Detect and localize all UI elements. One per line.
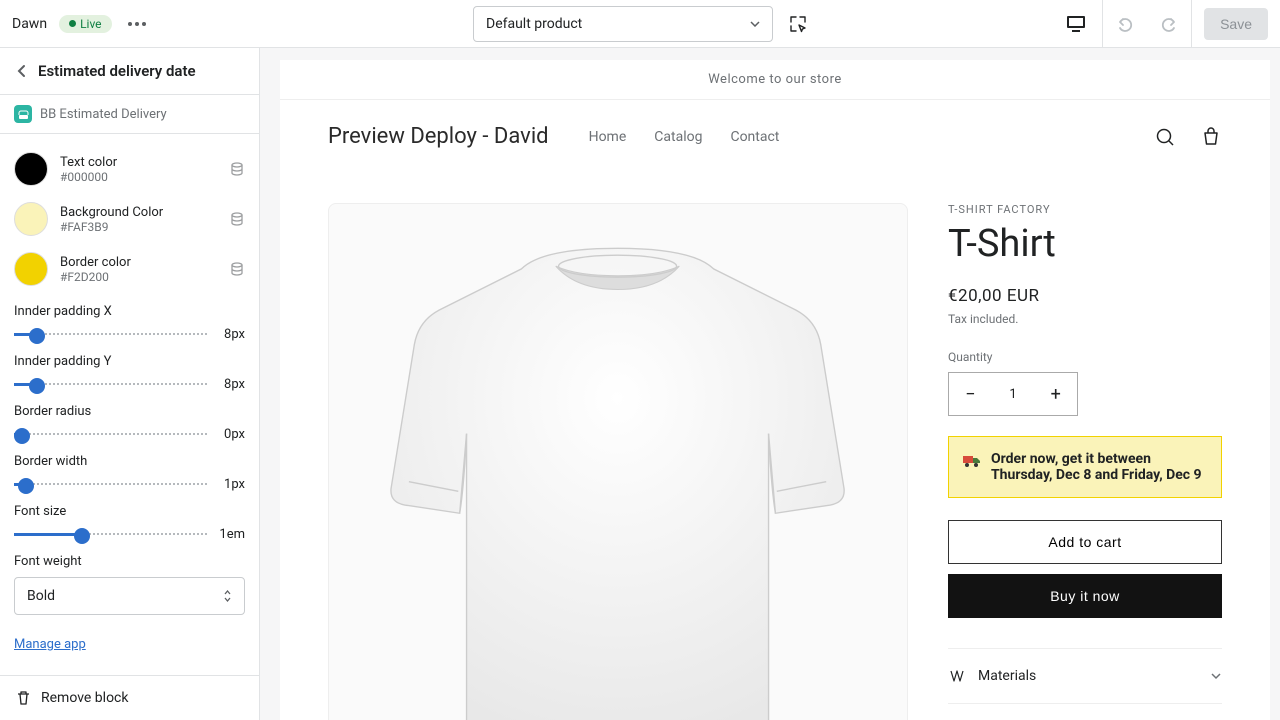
color-setting-row[interactable]: Text color #000000 [14,144,245,194]
nav-link[interactable]: Contact [730,129,779,145]
cart-icon[interactable] [1200,126,1222,148]
product-selector[interactable]: Default product [473,6,773,42]
product-vendor: T-SHIRT FACTORY [948,203,1222,216]
color-swatch[interactable] [14,152,48,186]
materials-icon [948,667,966,685]
buy-now-button[interactable]: Buy it now [948,574,1222,618]
nav-link[interactable]: Home [589,129,627,145]
theme-name: Dawn [12,16,47,32]
quantity-increase[interactable]: + [1034,373,1077,415]
tax-note: Tax included. [948,312,1222,326]
font-weight-select[interactable]: Bold [14,577,245,615]
live-dot-icon [69,20,76,27]
accordion-item[interactable]: Shipping & Returns [948,704,1222,720]
color-label: Border color [60,255,217,270]
add-to-cart-button[interactable]: Add to cart [948,520,1222,564]
accordion-item[interactable]: Materials [948,649,1222,704]
slider-label: Innder padding Y [14,354,245,369]
color-hex: #F2D200 [60,270,217,284]
slider[interactable] [14,433,207,436]
announcement-bar: Welcome to our store [280,60,1270,100]
slider-thumb[interactable] [14,428,30,444]
color-swatch[interactable] [14,202,48,236]
color-swatch[interactable] [14,252,48,286]
product-selector-label: Default product [486,16,582,32]
slider-value: 0px [217,427,245,442]
product-image[interactable] [328,203,908,720]
back-button[interactable] [16,64,26,78]
color-label: Background Color [60,205,217,220]
color-label: Text color [60,155,217,170]
slider-thumb[interactable] [74,528,90,544]
slider-label: Border radius [14,404,245,419]
desktop-icon[interactable] [1058,6,1094,42]
undo-button[interactable] [1103,0,1147,48]
quantity-stepper: − 1 + [948,372,1078,416]
dynamic-source-icon[interactable] [229,211,245,227]
truck-icon [963,454,981,468]
quantity-value: 1 [992,373,1035,415]
remove-block-button[interactable]: Remove block [0,675,259,720]
font-weight-label: Font weight [14,554,245,569]
sidebar-title: Estimated delivery date [38,62,196,80]
product-title: T-Shirt [948,222,1222,266]
search-icon[interactable] [1154,126,1176,148]
undo-icon [1115,14,1135,34]
remove-block-label: Remove block [41,690,128,706]
slider-label: Border width [14,454,245,469]
app-name: BB Estimated Delivery [40,107,167,122]
slider-thumb[interactable] [18,478,34,494]
dynamic-source-icon[interactable] [229,261,245,277]
redo-icon [1159,14,1179,34]
slider[interactable] [14,383,207,386]
slider-value: 1em [217,527,245,542]
color-hex: #FAF3B9 [60,220,217,234]
nav-link[interactable]: Catalog [654,129,702,145]
color-setting-row[interactable]: Background Color #FAF3B9 [14,194,245,244]
manage-app-link[interactable]: Manage app [14,625,245,670]
slider-thumb[interactable] [29,378,45,394]
live-badge: Live [59,15,111,33]
slider[interactable] [14,483,207,486]
slider-value: 1px [217,477,245,492]
slider-label: Font size [14,504,245,519]
delivery-text: Order now, get it between Thursday, Dec … [991,451,1207,483]
product-price: €20,00 EUR [948,286,1222,306]
slider-label: Innder padding X [14,304,245,319]
save-button[interactable]: Save [1204,8,1268,40]
accordion-label: Materials [978,668,1036,684]
quantity-decrease[interactable]: − [949,373,992,415]
caret-down-icon [750,21,760,27]
more-icon[interactable] [124,18,150,30]
tshirt-image [343,214,892,720]
slider-thumb[interactable] [29,328,45,344]
delivery-estimate-box: Order now, get it between Thursday, Dec … [948,436,1222,498]
section-picker-icon[interactable] [789,15,807,33]
quantity-label: Quantity [948,350,1222,364]
slider-value: 8px [217,327,245,342]
select-sort-icon [223,589,232,603]
slider-value: 8px [217,377,245,392]
store-name[interactable]: Preview Deploy - David [328,124,549,149]
dynamic-source-icon[interactable] [229,161,245,177]
slider[interactable] [14,333,207,336]
trash-icon [16,690,31,706]
color-setting-row[interactable]: Border color #F2D200 [14,244,245,294]
color-hex: #000000 [60,170,217,184]
live-label: Live [80,17,101,31]
font-weight-value: Bold [27,588,55,604]
app-icon [14,105,32,123]
redo-button[interactable] [1147,0,1191,48]
chevron-left-icon [16,64,26,78]
chevron-down-icon [1210,672,1222,680]
preview-frame: Welcome to our store Preview Deploy - Da… [280,60,1270,720]
slider[interactable] [14,533,207,536]
